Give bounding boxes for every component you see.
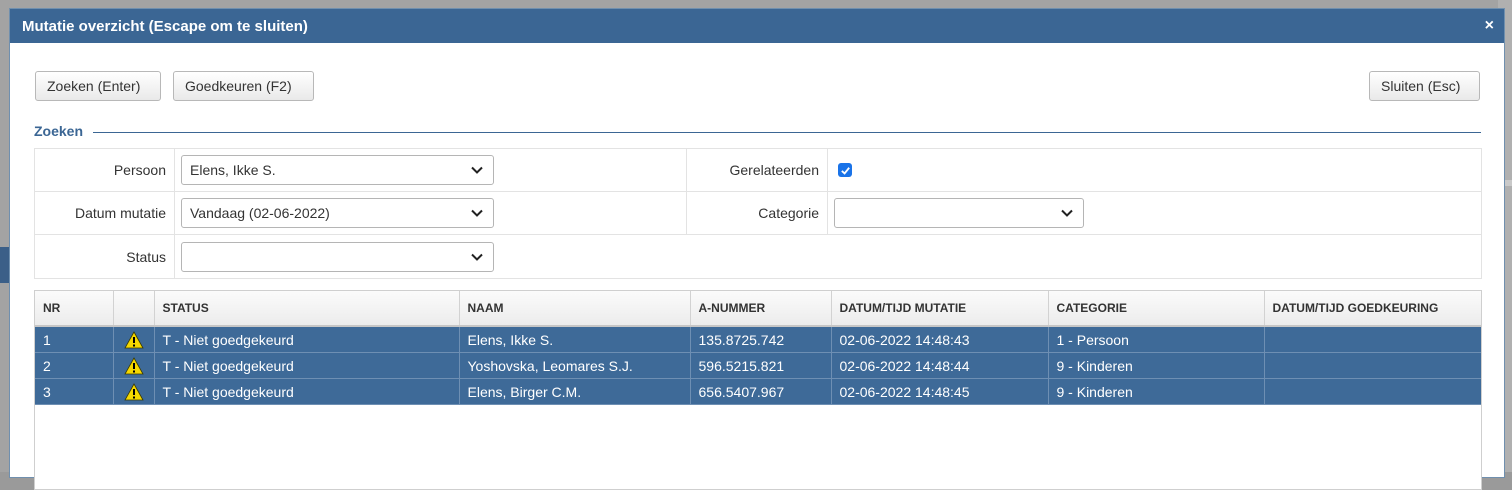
table-row[interactable]: 1 T - Niet goedgekeurd Elens, Ikke S. 13…	[35, 325, 1481, 353]
cell-a-nummer: 656.5407.967	[690, 378, 832, 405]
table-row[interactable]: 3 T - Niet goedgekeurd Elens, Birger C.M…	[35, 378, 1481, 405]
column-header-datum-goedkeuring[interactable]: DATUM/TIJD GOEDKEURING	[1264, 291, 1481, 327]
column-header-nr[interactable]: NR	[35, 291, 114, 327]
chevron-down-icon	[471, 166, 483, 174]
datum-cell: Vandaag (02-06-2022)	[174, 192, 687, 234]
cell-naam: Elens, Birger C.M.	[459, 378, 691, 405]
search-legend: Zoeken	[34, 122, 1481, 140]
cell-nr: 3	[35, 378, 114, 405]
chevron-down-icon	[471, 209, 483, 217]
persoon-label: Persoon	[113, 162, 166, 178]
column-header-categorie[interactable]: CATEGORIE	[1048, 291, 1265, 327]
categorie-cell	[827, 192, 1481, 234]
cell-categorie: 9 - Kinderen	[1048, 352, 1265, 379]
dialog-title: Mutatie overzicht (Escape om te sluiten)	[22, 17, 308, 35]
cell-icon	[113, 352, 155, 379]
column-header-status[interactable]: STATUS	[154, 291, 460, 327]
cell-status: T - Niet goedgekeurd	[154, 378, 460, 405]
cell-icon	[113, 378, 155, 405]
search-button[interactable]: Zoeken (Enter)	[35, 71, 161, 101]
datum-select[interactable]: Vandaag (02-06-2022)	[181, 198, 494, 228]
column-header-a-nummer[interactable]: A-NUMMER	[690, 291, 832, 327]
close-button[interactable]: Sluiten (Esc)	[1369, 71, 1480, 101]
gerelateerden-cell	[827, 149, 1481, 191]
gerelateerden-checkbox[interactable]	[838, 163, 852, 177]
cell-datum-goedkeuring	[1264, 325, 1481, 353]
empty-cell	[687, 235, 1481, 278]
cell-naam: Elens, Ikke S.	[459, 325, 691, 353]
cell-icon	[113, 325, 155, 353]
gerelateerden-label: Gerelateerden	[729, 162, 819, 178]
search-form: Persoon Elens, Ikke S. Gerelateerden Dat…	[34, 148, 1482, 279]
categorie-select[interactable]	[834, 198, 1084, 228]
status-select[interactable]	[181, 241, 494, 272]
cell-nr: 1	[35, 325, 114, 353]
chevron-down-icon	[1061, 209, 1073, 217]
form-row-persoon: Persoon Elens, Ikke S. Gerelateerden	[35, 149, 1481, 192]
status-cell	[174, 235, 687, 278]
legend-divider	[93, 132, 1481, 133]
cell-status: T - Niet goedgekeurd	[154, 352, 460, 379]
persoon-select[interactable]: Elens, Ikke S.	[181, 155, 494, 185]
warning-icon	[123, 356, 144, 375]
close-icon[interactable]: ×	[1485, 18, 1494, 34]
persoon-cell: Elens, Ikke S.	[174, 149, 687, 191]
column-header-datum-mutatie[interactable]: DATUM/TIJD MUTATIE	[831, 291, 1049, 327]
status-label: Status	[126, 248, 166, 265]
table-row[interactable]: 2 T - Niet goedgekeurd Yoshovska, Leomar…	[35, 352, 1481, 379]
mutation-grid: NR STATUS NAAM A-NUMMER DATUM/TIJD MUTAT…	[34, 290, 1482, 490]
dialog-header: Mutatie overzicht (Escape om te sluiten)…	[10, 9, 1504, 43]
cell-categorie: 9 - Kinderen	[1048, 378, 1265, 405]
cell-nr: 2	[35, 352, 114, 379]
datum-select-value: Vandaag (02-06-2022)	[190, 205, 330, 221]
mutation-table: NR STATUS NAAM A-NUMMER DATUM/TIJD MUTAT…	[35, 291, 1481, 405]
cell-datum-goedkeuring	[1264, 352, 1481, 379]
column-header-naam[interactable]: NAAM	[459, 291, 691, 327]
form-row-status: Status	[35, 235, 1481, 278]
table-header-row: NR STATUS NAAM A-NUMMER DATUM/TIJD MUTAT…	[35, 291, 1481, 327]
cell-a-nummer: 135.8725.742	[690, 325, 832, 353]
toolbar: Zoeken (Enter) Goedkeuren (F2) Sluiten (…	[35, 71, 1480, 101]
categorie-label: Categorie	[758, 205, 819, 221]
cell-categorie: 1 - Persoon	[1048, 325, 1265, 353]
cell-datum-mutatie: 02-06-2022 14:48:45	[831, 378, 1049, 405]
chevron-down-icon	[471, 253, 483, 261]
cell-a-nummer: 596.5215.821	[690, 352, 832, 379]
cell-status: T - Niet goedgekeurd	[154, 325, 460, 353]
search-legend-label: Zoeken	[34, 123, 84, 139]
cell-datum-mutatie: 02-06-2022 14:48:43	[831, 325, 1049, 353]
form-row-datum: Datum mutatie Vandaag (02-06-2022) Categ…	[35, 192, 1481, 235]
column-header-icon[interactable]	[113, 291, 155, 327]
warning-icon	[123, 330, 144, 349]
cell-datum-goedkeuring	[1264, 378, 1481, 405]
check-icon	[840, 166, 850, 175]
datum-label: Datum mutatie	[74, 205, 166, 221]
warning-icon	[123, 382, 144, 401]
approve-button[interactable]: Goedkeuren (F2)	[173, 71, 314, 101]
cell-datum-mutatie: 02-06-2022 14:48:44	[831, 352, 1049, 379]
persoon-select-value: Elens, Ikke S.	[190, 162, 276, 178]
cell-naam: Yoshovska, Leomares S.J.	[459, 352, 691, 379]
